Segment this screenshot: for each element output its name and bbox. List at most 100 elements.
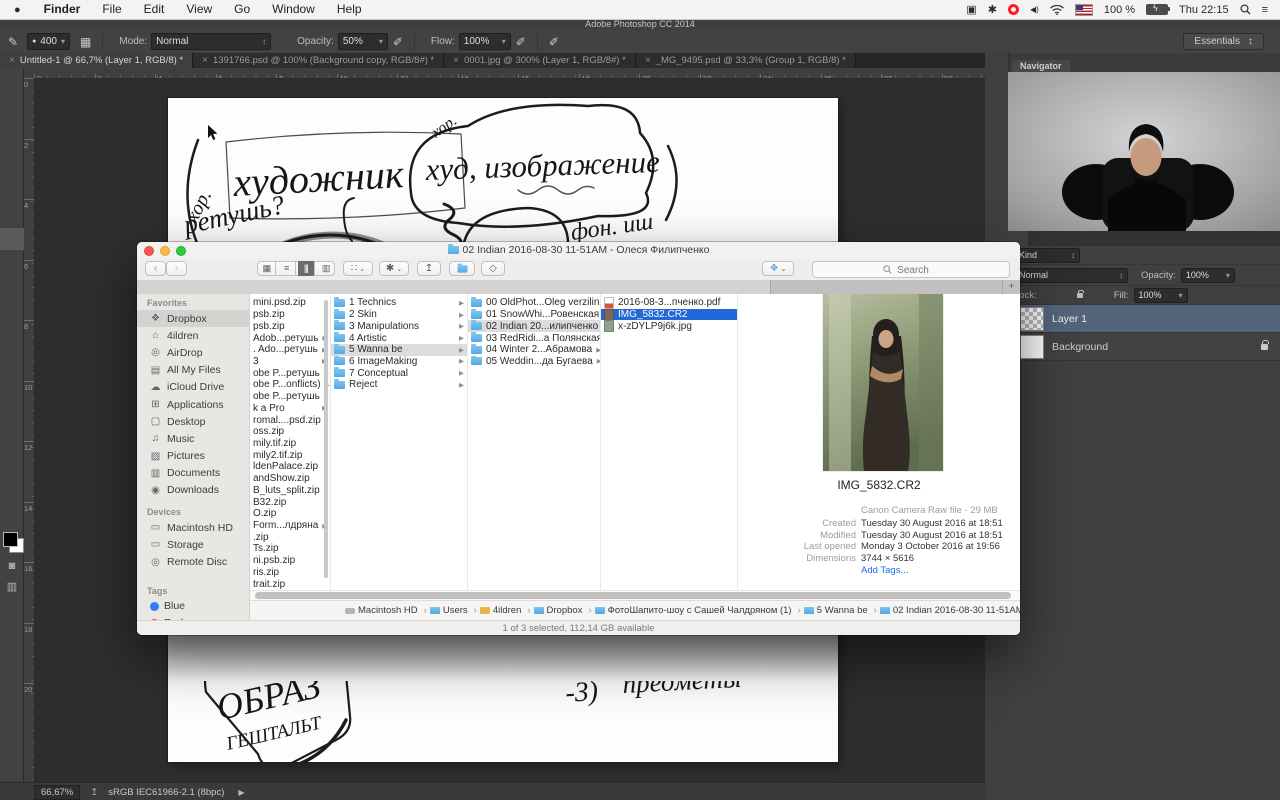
layer-row[interactable]: Background xyxy=(1008,333,1280,361)
file-row[interactable]: obe P...ретушь ▶ xyxy=(250,367,330,379)
file-row[interactable]: ni.psb.zip ▶ xyxy=(250,555,330,567)
folder-row[interactable]: 03 RedRidi...а Полянская ▶ xyxy=(468,332,600,344)
column-view-button[interactable]: ||| xyxy=(298,261,316,276)
layer-blend-mode-select[interactable]: Normal↕ xyxy=(1014,268,1128,283)
file-row[interactable]: B_luts_split.zip ▶ xyxy=(250,485,330,497)
vertical-ruler[interactable]: 02468101214161820 xyxy=(24,78,35,782)
sidebar-item[interactable]: ◎ AirDrop xyxy=(137,344,249,361)
panel-tab[interactable] xyxy=(1048,231,1068,246)
workspace-select[interactable]: Essentials↕ xyxy=(1183,33,1264,50)
file-row[interactable]: 3 ▶ xyxy=(250,356,330,368)
document-tab[interactable]: × 0001.jpg @ 300% (Layer 1, RGB/8#) * xyxy=(444,53,636,68)
path-bar-item[interactable]: ФотоШапито-шоу с Сашей Чалдряном (1) › xyxy=(595,605,801,616)
scrollbar-thumb[interactable] xyxy=(255,592,1011,599)
coverflow-view-button[interactable]: ▥ xyxy=(317,261,334,276)
sidebar-item[interactable]: ☁ iCloud Drive xyxy=(137,379,249,396)
flow-select[interactable]: 100%▾ xyxy=(459,33,511,50)
smoothing-icon[interactable]: ✐ xyxy=(549,35,559,49)
path-bar-item[interactable]: 02 Indian 2016-08-30 11-51AM - Олеся Фил… xyxy=(880,605,1020,616)
menu-item[interactable]: View xyxy=(175,0,223,19)
folder-row[interactable]: 02 Indian 20...илипченко ▶ xyxy=(468,320,600,332)
airbrush-pressure-icon[interactable]: ✐ xyxy=(516,35,526,49)
wifi-icon[interactable] xyxy=(1050,5,1064,15)
status-share-icon[interactable]: ↥ xyxy=(90,787,98,798)
tags-button[interactable]: ◇ xyxy=(481,261,505,276)
menu-item[interactable]: Window xyxy=(261,0,326,19)
path-bar-item[interactable]: Macintosh HD › xyxy=(345,605,427,616)
menu-item[interactable]: Help xyxy=(326,0,373,19)
column-scrollbar[interactable] xyxy=(324,300,328,578)
path-bar-item[interactable]: Users › xyxy=(430,605,477,616)
sidebar-item[interactable]: ⌂ 4ildren xyxy=(137,327,249,344)
folder-row[interactable]: 7 Conceptual ▶ xyxy=(331,367,467,379)
brush-size-field[interactable]: ● 400 ▾ xyxy=(27,33,70,50)
airbrush-icon[interactable]: ✐ xyxy=(393,35,403,49)
brush-tool-options-icon[interactable]: ✎ xyxy=(8,35,18,49)
sidebar-item[interactable]: ▭ Storage xyxy=(137,536,249,553)
document-tab[interactable]: × _MG_9495.psd @ 33,3% (Group 1, RGB/8) … xyxy=(636,53,856,68)
folder-row[interactable]: 6 ImageMaking ▶ xyxy=(331,356,467,368)
file-row[interactable]: B32.zip ▶ xyxy=(250,496,330,508)
dropbox-toolbar-button[interactable]: ❖⌄ xyxy=(762,261,794,276)
volume-icon[interactable]: ◀) xyxy=(1030,5,1039,14)
file-row[interactable]: ris.zip ▶ xyxy=(250,567,330,579)
sidebar-item[interactable]: ⊞ Applications xyxy=(137,396,249,413)
close-icon[interactable]: × xyxy=(453,55,459,66)
document-tab[interactable]: × 1391766.psd @ 100% (Background copy, R… xyxy=(193,53,444,68)
layer-opacity-select[interactable]: 100%▾ xyxy=(1181,268,1235,283)
panel-tab[interactable] xyxy=(1028,231,1048,246)
path-bar-item[interactable]: Dropbox › xyxy=(534,605,592,616)
navigator-panel-tab[interactable]: Navigator xyxy=(1012,60,1070,72)
file-row[interactable]: k a Pro ▶ xyxy=(250,402,330,414)
spotlight-icon[interactable] xyxy=(1240,4,1251,15)
layer-row[interactable]: Layer 1 xyxy=(1008,305,1280,333)
sidebar-item[interactable]: ▭ Macintosh HD xyxy=(137,519,249,536)
folder-row[interactable]: 01 SnowWhi...Ровенская ▶ xyxy=(468,309,600,321)
close-icon[interactable]: × xyxy=(645,55,651,66)
menu-item[interactable]: Edit xyxy=(133,0,176,19)
sidebar-item[interactable]: ▨ Pictures xyxy=(137,448,249,465)
folder-row[interactable]: 05 Weddin...да Бугаева ▶ xyxy=(468,356,600,368)
file-row[interactable]: trait.zip ▶ xyxy=(250,578,330,590)
settings-icon[interactable]: ✱ xyxy=(988,3,997,16)
arrange-button[interactable]: ∷⌄ xyxy=(343,261,373,276)
close-icon[interactable]: × xyxy=(202,55,208,66)
folder-row[interactable]: Reject ▶ xyxy=(331,379,467,391)
file-row[interactable]: ldenPalace.zip ▶ xyxy=(250,461,330,473)
file-row[interactable]: Adob...ретушь ▶ xyxy=(250,332,330,344)
sidebar-tag-item[interactable]: Blue xyxy=(137,598,249,615)
add-tab-button[interactable]: + xyxy=(1003,280,1020,294)
action-gear-button[interactable]: ✱⌄ xyxy=(379,261,409,276)
folder-row[interactable]: 5 Wanna be ▶ xyxy=(331,344,467,356)
folder-row[interactable]: 3 Manipulations ▶ xyxy=(331,320,467,332)
file-row[interactable]: oss.zip ▶ xyxy=(250,426,330,438)
menu-clock[interactable]: Thu 22:15 xyxy=(1179,4,1229,16)
kind-filter-select[interactable]: Kind↕ xyxy=(1014,248,1080,263)
list-view-button[interactable]: ≡ xyxy=(278,261,296,276)
file-row[interactable]: mily.tif.zip ▶ xyxy=(250,438,330,450)
status-menu-arrow-icon[interactable]: ▶ xyxy=(238,788,244,797)
blend-mode-select[interactable]: Normal↕ xyxy=(151,33,271,50)
apple-menu-icon[interactable]: ● xyxy=(14,4,21,16)
folder-row[interactable]: 4 Artistic ▶ xyxy=(331,332,467,344)
sidebar-item[interactable]: ◎ Remote Disc xyxy=(137,553,249,570)
add-tags-link[interactable]: Add Tags... xyxy=(861,565,908,576)
color-swatches[interactable] xyxy=(3,532,23,552)
file-row[interactable]: romal....psd.zip ▶ xyxy=(250,414,330,426)
file-row[interactable]: O.zip ▶ xyxy=(250,508,330,520)
file-row[interactable]: 2016-08-3...пченко.pdf ▶ xyxy=(601,297,737,309)
folder-row[interactable]: 04 Winter 2...Абрамова ▶ xyxy=(468,344,600,356)
sidebar-item[interactable]: ▤ All My Files xyxy=(137,362,249,379)
sidebar-item[interactable]: ▢ Desktop xyxy=(137,413,249,430)
close-icon[interactable]: × xyxy=(9,55,15,66)
folder-row[interactable]: 00 OldPhot...Oleg verzilin ▶ xyxy=(468,297,600,309)
file-row[interactable]: .zip ▶ xyxy=(250,531,330,543)
back-button[interactable]: ‹ xyxy=(145,261,166,276)
quick-mask-icon[interactable]: ◙ xyxy=(0,560,24,572)
lock-all-icon[interactable] xyxy=(1077,293,1083,298)
menu-item[interactable]: File xyxy=(91,0,132,19)
horizontal-ruler[interactable]: 024681012141618202224262830 xyxy=(34,68,985,79)
forward-button[interactable]: › xyxy=(166,261,187,276)
search-field[interactable] xyxy=(812,261,1010,278)
file-row[interactable]: obe P...onflicts) ▶ xyxy=(250,379,330,391)
